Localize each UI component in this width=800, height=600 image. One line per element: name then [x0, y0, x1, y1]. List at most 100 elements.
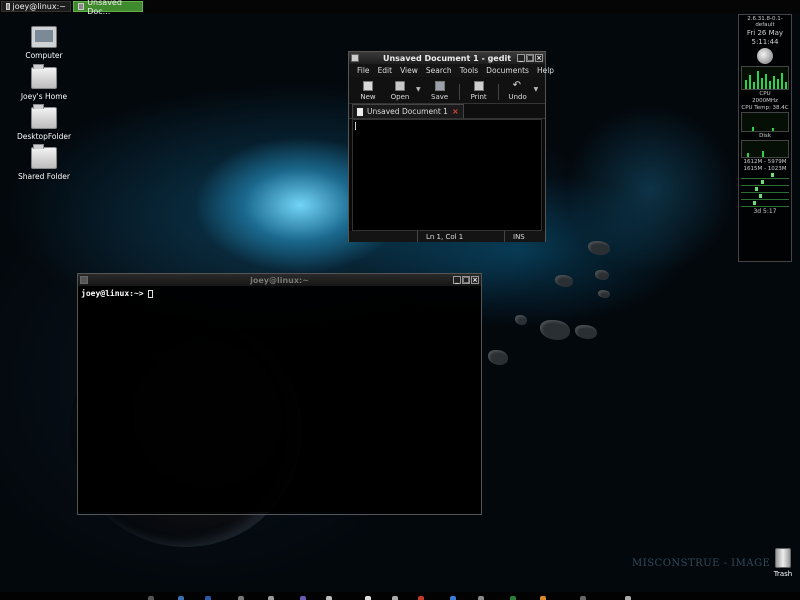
dock-launcher-icon[interactable] [392, 596, 398, 600]
toolbar: New Open ▼ Save Print ↶ Undo ▼ [349, 77, 545, 104]
asteroid [488, 350, 508, 365]
wallpaper-watermark: MISCONSTRUE - IMAGE 1 [632, 558, 781, 569]
desktop-icon-desktopfolder[interactable]: DesktopFolder [9, 104, 79, 141]
desktop-icon-trash[interactable]: Trash [768, 548, 798, 578]
statusbar: Ln 1, Col 1 INS [349, 231, 545, 242]
meter-bar [741, 194, 789, 200]
desktop-icon-label: Shared Folder [18, 172, 70, 181]
tab-unsaved-document[interactable]: Unsaved Document 1 × [352, 104, 464, 118]
undo-dropdown-icon[interactable]: ▼ [534, 86, 539, 93]
tab-close-icon[interactable]: × [452, 107, 459, 116]
dock-launcher-icon[interactable] [148, 596, 154, 600]
toolbar-separator [458, 84, 460, 100]
dock-launcher-icon[interactable] [450, 596, 456, 600]
dock-launcher-icon[interactable] [300, 596, 306, 600]
maximize-icon[interactable]: □ [526, 54, 534, 62]
terminal-titlebar[interactable]: joey@linux:~ _ □ × [78, 274, 481, 286]
terminal-output[interactable]: joey@linux:~> [78, 286, 481, 512]
bottom-dock [0, 592, 800, 600]
dock-launcher-icon[interactable] [510, 596, 516, 600]
desktop-icon-home[interactable]: Joey's Home [9, 64, 79, 101]
open-label: Open [390, 93, 410, 101]
text-editor-area[interactable] [352, 119, 542, 231]
open-folder-icon [395, 81, 405, 91]
taskbar-item-label: joey@linux:~ [12, 2, 67, 11]
window-menu-icon[interactable] [80, 276, 88, 284]
dock-launcher-icon[interactable] [478, 596, 484, 600]
taskbar-item-label: Unsaved Doc... [87, 0, 122, 16]
maximize-icon[interactable]: □ [462, 276, 470, 284]
dock-launcher-icon[interactable] [580, 596, 586, 600]
open-dropdown-icon[interactable]: ▼ [416, 86, 421, 93]
undo-icon: ↶ [512, 80, 522, 91]
menu-search[interactable]: Search [422, 66, 456, 75]
asteroid [540, 320, 570, 340]
cpu-frequency: 2000MHz [752, 98, 778, 104]
menu-file[interactable]: File [353, 66, 374, 75]
trash-label: Trash [773, 570, 793, 578]
text-editor-icon [78, 3, 85, 10]
print-button[interactable]: Print [463, 81, 495, 101]
desktop-icon-label: Computer [25, 51, 63, 60]
asteroid [588, 241, 610, 255]
save-button[interactable]: Save [424, 81, 456, 101]
folder-icon [31, 144, 57, 169]
desktop-icon-shared-folder[interactable]: Shared Folder [9, 144, 79, 181]
terminal-window: joey@linux:~ _ □ × joey@linux:~> [77, 273, 482, 515]
new-button[interactable]: New [352, 81, 384, 101]
tab-label: Unsaved Document 1 [367, 107, 448, 116]
print-icon [473, 81, 484, 91]
home-folder-icon [31, 64, 57, 89]
window-title: joey@linux:~ [250, 275, 309, 285]
undo-button[interactable]: ↶ Undo [502, 80, 534, 102]
cursor-position: Ln 1, Col 1 [417, 231, 504, 242]
meter-bar [741, 201, 789, 207]
close-icon[interactable]: × [471, 276, 479, 284]
open-button[interactable]: Open [384, 81, 416, 101]
taskbar-item-gedit[interactable]: Unsaved Doc... [73, 0, 143, 16]
cpu-label: CPU [759, 91, 771, 97]
dock-launcher-icon[interactable] [238, 596, 244, 600]
minimize-icon[interactable]: _ [453, 276, 461, 284]
trash-icon [775, 548, 791, 568]
menu-documents[interactable]: Documents [482, 66, 533, 75]
dock-launcher-icon[interactable] [418, 596, 424, 600]
desktop-icon-label: DesktopFolder [16, 132, 72, 141]
gedit-titlebar[interactable]: Unsaved Document 1 - gedit _ □ × [349, 52, 545, 64]
moon-phase-icon [757, 48, 773, 64]
menu-help[interactable]: Help [533, 66, 558, 75]
dock-launcher-icon[interactable] [326, 596, 332, 600]
dock-launcher-icon[interactable] [268, 596, 274, 600]
folder-icon [31, 104, 57, 129]
terminal-cursor [148, 289, 154, 298]
dock-launcher-icon[interactable] [205, 596, 211, 600]
toolbar-separator [497, 84, 499, 100]
dock-launcher-icon[interactable] [540, 596, 546, 600]
dock-launcher-icon[interactable] [178, 596, 184, 600]
dock-launcher-icon[interactable] [365, 596, 371, 600]
desktop-icon-computer[interactable]: Computer [9, 26, 79, 60]
cpu-graph [741, 66, 789, 90]
date-text: Fri 26 May [746, 29, 784, 37]
dock-launcher-icon[interactable] [625, 596, 631, 600]
close-icon[interactable]: × [535, 54, 543, 62]
asteroid [555, 275, 573, 287]
menu-view[interactable]: View [396, 66, 422, 75]
minimize-icon[interactable]: _ [517, 54, 525, 62]
menu-edit[interactable]: Edit [374, 66, 397, 75]
new-document-icon [363, 81, 373, 91]
new-label: New [360, 93, 376, 101]
print-label: Print [470, 93, 487, 101]
window-menu-icon[interactable] [351, 54, 359, 62]
network-graph [741, 140, 789, 158]
meter-bar [741, 180, 789, 186]
cpu-temp: CPU Temp: 38.4C [741, 105, 789, 111]
asteroid [515, 315, 527, 325]
save-icon [434, 81, 445, 91]
menu-tools[interactable]: Tools [456, 66, 482, 75]
taskbar-item-terminal[interactable]: joey@linux:~ [1, 1, 71, 12]
text-cursor [355, 122, 356, 130]
save-label: Save [431, 93, 449, 101]
gedit-window: Unsaved Document 1 - gedit _ □ × File Ed… [348, 51, 554, 242]
document-tabs: Unsaved Document 1 × [349, 104, 545, 119]
